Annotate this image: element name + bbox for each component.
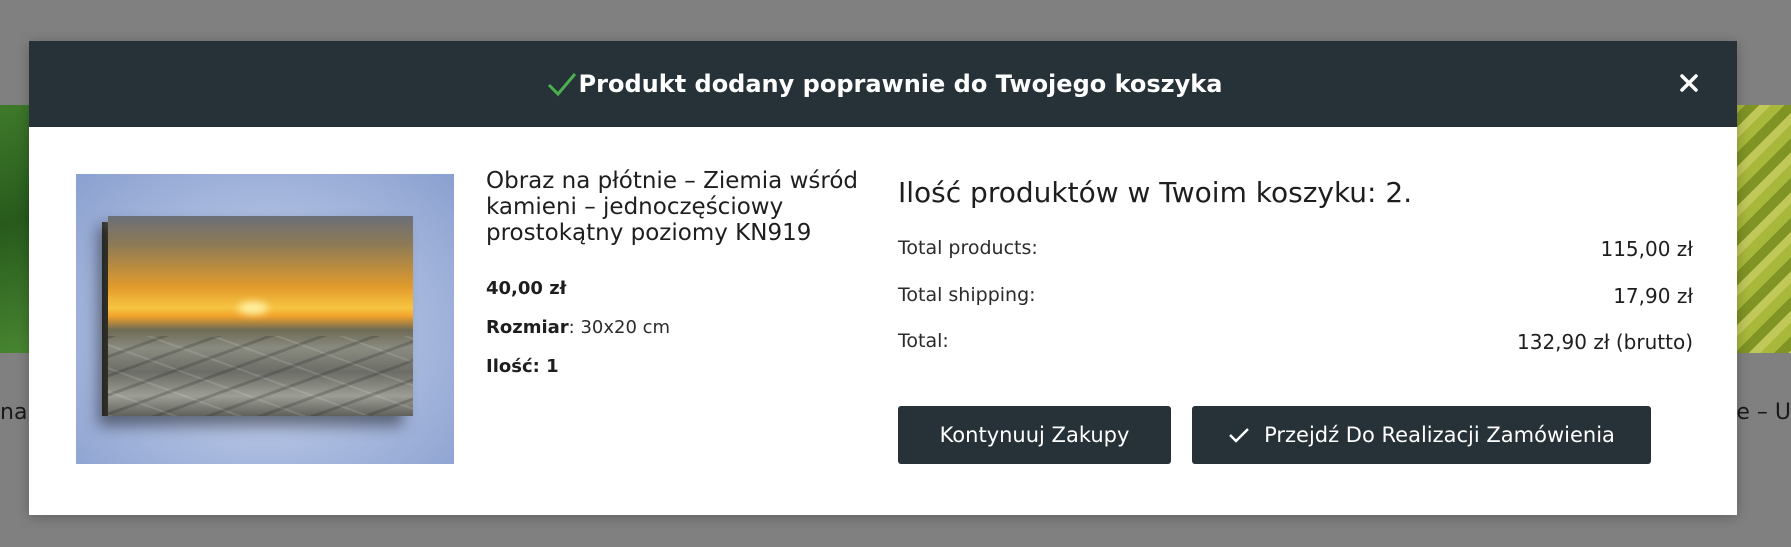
product-size: Rozmiar: 30x20 cm <box>486 317 670 338</box>
proceed-to-checkout-button[interactable]: Przejdź Do Realizacji Zamówienia <box>1192 406 1651 464</box>
continue-shopping-label: Kontynuuj Zakupy <box>939 423 1130 447</box>
background-product-image-right <box>1731 105 1791 353</box>
summary-label: Total shipping: <box>898 284 1036 306</box>
proceed-to-checkout-label: Przejdź Do Realizacji Zamówienia <box>1264 423 1615 447</box>
product-name: Obraz na płótnie – Ziemia wśród kamieni … <box>486 168 858 246</box>
background-product-title-right: ie – U <box>1730 400 1791 425</box>
continue-shopping-button[interactable]: Kontynuuj Zakupy <box>898 406 1171 464</box>
product-price: 40,00 zł <box>486 278 567 299</box>
canvas-print-sunset-rocks <box>108 216 413 416</box>
summary-label: Total products: <box>898 237 1038 259</box>
cart-count-heading: Ilość produktów w Twoim koszyku: 2. <box>898 176 1413 209</box>
product-size-label: Rozmiar <box>486 317 569 338</box>
checkmark-icon <box>1229 428 1249 443</box>
close-button[interactable] <box>1673 67 1705 99</box>
summary-row-shipping: Total shipping: 17,90 zł <box>898 284 1693 308</box>
summary-row-total: Total: 132,90 zł (brutto) <box>898 330 1693 354</box>
product-image <box>76 174 454 464</box>
summary-label: Total: <box>898 330 949 352</box>
background-product-title-left: na <box>0 400 28 425</box>
cart-confirmation-modal: Produkt dodany poprawnie do Twojego kosz… <box>29 41 1737 515</box>
summary-amount: 132,90 zł (brutto) <box>1517 330 1693 354</box>
check-icon <box>547 73 577 97</box>
product-size-value: : 30x20 cm <box>568 317 671 338</box>
modal-header: Produkt dodany poprawnie do Twojego kosz… <box>29 41 1737 127</box>
summary-amount: 115,00 zł <box>1600 237 1693 261</box>
summary-amount: 17,90 zł <box>1613 284 1693 308</box>
modal-body: Obraz na płótnie – Ziemia wśród kamieni … <box>29 127 1737 515</box>
close-icon[interactable] <box>1680 74 1698 92</box>
summary-row-products: Total products: 115,00 zł <box>898 237 1693 261</box>
product-quantity: Ilość: 1 <box>486 356 559 377</box>
modal-title: Produkt dodany poprawnie do Twojego kosz… <box>578 70 1223 98</box>
